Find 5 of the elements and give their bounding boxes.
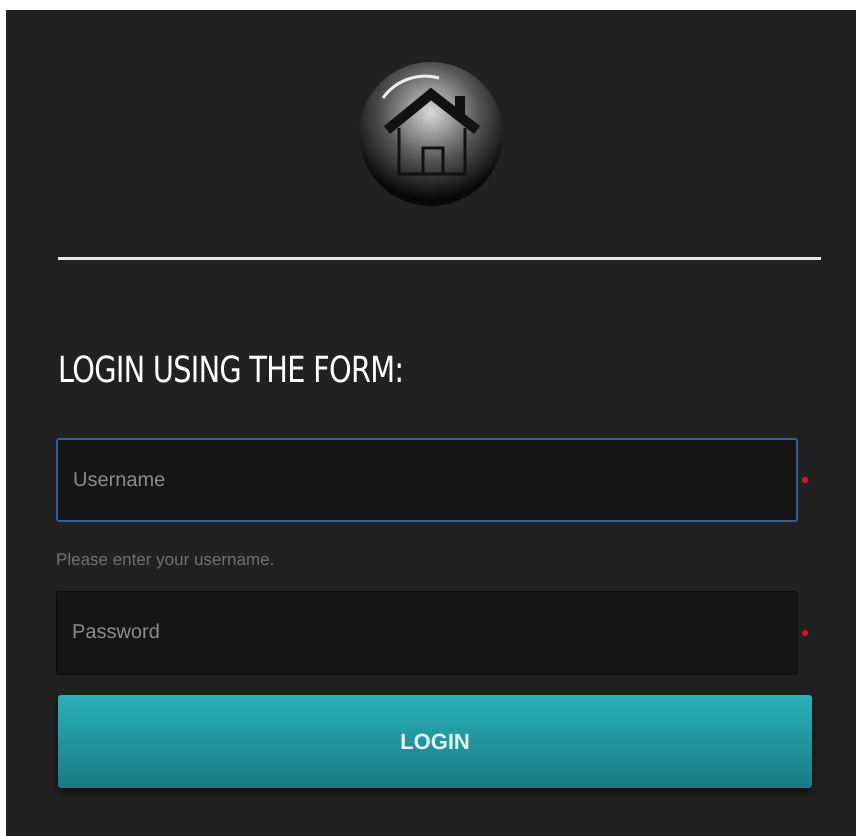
input-field[interactable]: Password xyxy=(56,590,798,674)
form-heading: LOGIN USING THE FORM: xyxy=(58,349,404,393)
input-field[interactable]: Username xyxy=(56,438,798,522)
field-hint: Please enter your username. xyxy=(56,549,276,571)
login-button[interactable]: LOGIN xyxy=(58,694,812,788)
